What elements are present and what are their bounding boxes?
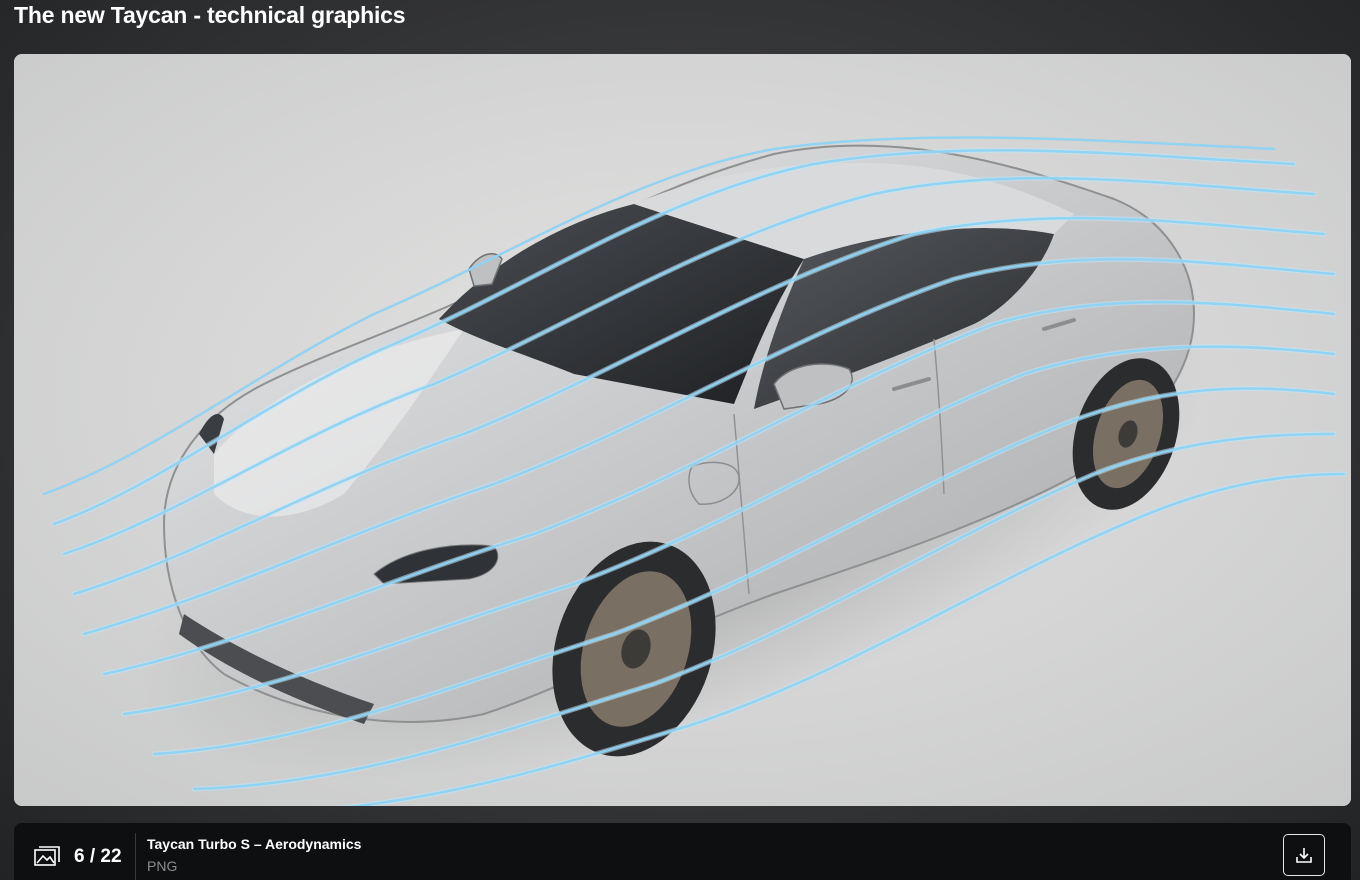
image-footer-bar: 6 / 22 Taycan Turbo S – Aerodynamics PNG <box>14 823 1351 880</box>
download-icon <box>1296 848 1312 863</box>
gallery-icon <box>34 846 60 866</box>
page: The new Taycan - technical graphics 6 / … <box>0 0 1360 880</box>
image-viewer[interactable] <box>14 54 1351 806</box>
image-caption: Taycan Turbo S – Aerodynamics <box>147 836 362 852</box>
aerodynamics-image <box>14 54 1351 806</box>
footer-divider <box>135 833 136 880</box>
image-format: PNG <box>147 858 178 874</box>
download-button[interactable] <box>1283 834 1325 876</box>
image-counter: 6 / 22 <box>74 846 122 867</box>
page-title: The new Taycan - technical graphics <box>14 2 406 28</box>
